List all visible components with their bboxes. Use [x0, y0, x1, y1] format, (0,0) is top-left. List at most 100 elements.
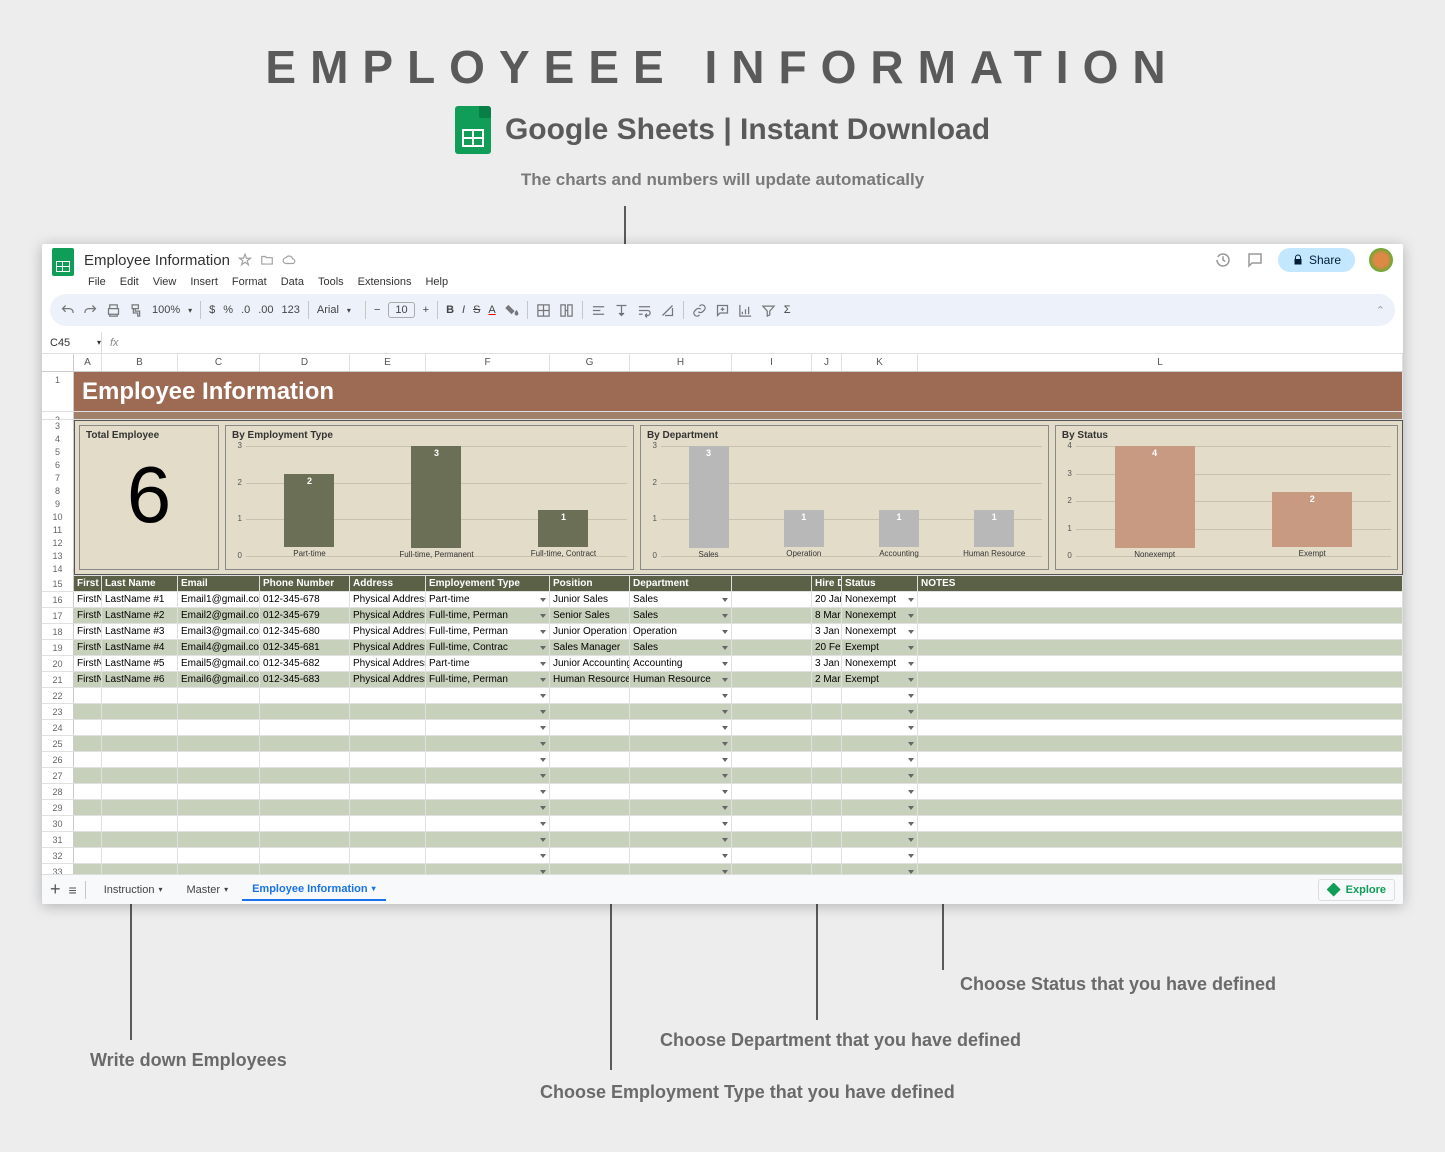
cell[interactable] [178, 816, 260, 831]
cell[interactable] [102, 832, 178, 847]
col-header-H[interactable]: H [630, 354, 732, 371]
doc-title[interactable]: Employee Information [84, 252, 230, 269]
table-cell[interactable] [732, 672, 812, 687]
table-cell[interactable]: LastName #6 [102, 672, 178, 687]
sheet-tab-master[interactable]: Master ▾ [176, 879, 238, 901]
cell[interactable] [918, 688, 1403, 703]
cell[interactable] [102, 704, 178, 719]
table-header[interactable]: Address [350, 576, 426, 591]
cell[interactable] [732, 768, 812, 783]
row-header[interactable]: 28 [42, 784, 74, 799]
row-header[interactable]: 23 [42, 704, 74, 719]
cell[interactable] [350, 688, 426, 703]
cell[interactable] [842, 816, 918, 831]
table-header[interactable]: Status [842, 576, 918, 591]
cell[interactable] [732, 752, 812, 767]
cell[interactable] [260, 736, 350, 751]
cell[interactable] [178, 832, 260, 847]
table-cell[interactable] [732, 624, 812, 639]
cell[interactable] [260, 800, 350, 815]
cell[interactable] [350, 752, 426, 767]
cell[interactable] [842, 752, 918, 767]
cell[interactable] [550, 832, 630, 847]
row-header[interactable]: 20 [42, 656, 74, 671]
insert-chart-icon[interactable] [738, 303, 753, 318]
font-size-increase[interactable]: + [423, 304, 429, 316]
explore-button[interactable]: Explore [1318, 879, 1395, 901]
cell[interactable] [732, 832, 812, 847]
table-cell[interactable]: 012-345-683 [260, 672, 350, 687]
cell[interactable] [260, 848, 350, 863]
font-size-input[interactable]: 10 [388, 302, 414, 318]
table-cell[interactable]: 012-345-681 [260, 640, 350, 655]
table-cell[interactable]: 2 Mar 2021 [812, 672, 842, 687]
cell[interactable] [260, 704, 350, 719]
functions-button[interactable]: Σ [784, 304, 791, 316]
cell[interactable] [550, 800, 630, 815]
decrease-decimal-button[interactable]: .0 [241, 304, 250, 316]
table-cell[interactable]: 8 Mar 2019 [812, 608, 842, 623]
cell[interactable] [350, 720, 426, 735]
cell[interactable] [350, 768, 426, 783]
cell[interactable] [630, 720, 732, 735]
wrap-icon[interactable] [637, 303, 652, 318]
font-size-decrease[interactable]: − [374, 304, 380, 316]
table-header[interactable]: Hire Date [812, 576, 842, 591]
cell[interactable] [102, 800, 178, 815]
bold-button[interactable]: B [446, 304, 454, 316]
menu-data[interactable]: Data [281, 276, 304, 288]
table-cell[interactable] [732, 656, 812, 671]
table-cell[interactable]: LastName #2 [102, 608, 178, 623]
col-header-G[interactable]: G [550, 354, 630, 371]
cell[interactable] [630, 768, 732, 783]
col-header-I[interactable]: I [732, 354, 812, 371]
table-cell[interactable]: Sales [630, 608, 732, 623]
table-cell[interactable]: FirstName #6 [74, 672, 102, 687]
col-header-E[interactable]: E [350, 354, 426, 371]
cell[interactable] [102, 768, 178, 783]
cell[interactable] [178, 784, 260, 799]
row-header[interactable]: 15 [42, 576, 74, 591]
table-cell[interactable]: FirstName #5 [74, 656, 102, 671]
cell[interactable] [630, 752, 732, 767]
comment-icon[interactable] [1246, 251, 1264, 269]
table-cell[interactable]: FirstName #3 [74, 624, 102, 639]
table-cell[interactable] [918, 672, 1403, 687]
cell[interactable] [732, 800, 812, 815]
cell[interactable] [812, 752, 842, 767]
cell[interactable] [74, 720, 102, 735]
cell[interactable] [550, 720, 630, 735]
table-cell[interactable]: 20 Jan 2020 [812, 592, 842, 607]
cell[interactable] [918, 736, 1403, 751]
menu-format[interactable]: Format [232, 276, 267, 288]
table-cell[interactable]: Email1@gmail.com [178, 592, 260, 607]
table-cell[interactable]: 3 Jan 2022 [812, 624, 842, 639]
table-cell[interactable]: 012-345-680 [260, 624, 350, 639]
insert-comment-icon[interactable] [715, 303, 730, 318]
cell[interactable] [630, 736, 732, 751]
cell[interactable] [732, 736, 812, 751]
cell[interactable] [178, 848, 260, 863]
table-cell[interactable]: Nonexempt [842, 592, 918, 607]
table-cell[interactable]: Senior Sales [550, 608, 630, 623]
row-header[interactable]: 19 [42, 640, 74, 655]
cell[interactable] [426, 784, 550, 799]
table-cell[interactable]: Exempt [842, 640, 918, 655]
cell[interactable] [426, 736, 550, 751]
cell[interactable] [630, 816, 732, 831]
cell[interactable] [550, 752, 630, 767]
cell[interactable] [842, 720, 918, 735]
table-cell[interactable] [918, 656, 1403, 671]
cell[interactable] [178, 800, 260, 815]
cell[interactable] [350, 832, 426, 847]
cell[interactable] [178, 704, 260, 719]
cell[interactable] [630, 832, 732, 847]
cell[interactable] [918, 800, 1403, 815]
table-cell[interactable]: 20 Feb 2022 [812, 640, 842, 655]
row-header[interactable]: 22 [42, 688, 74, 703]
zoom-select[interactable]: 100% [152, 304, 180, 316]
filter-icon[interactable] [761, 303, 776, 318]
table-cell[interactable]: Junior Accounting [550, 656, 630, 671]
paint-format-icon[interactable] [129, 303, 144, 318]
cell[interactable] [102, 752, 178, 767]
